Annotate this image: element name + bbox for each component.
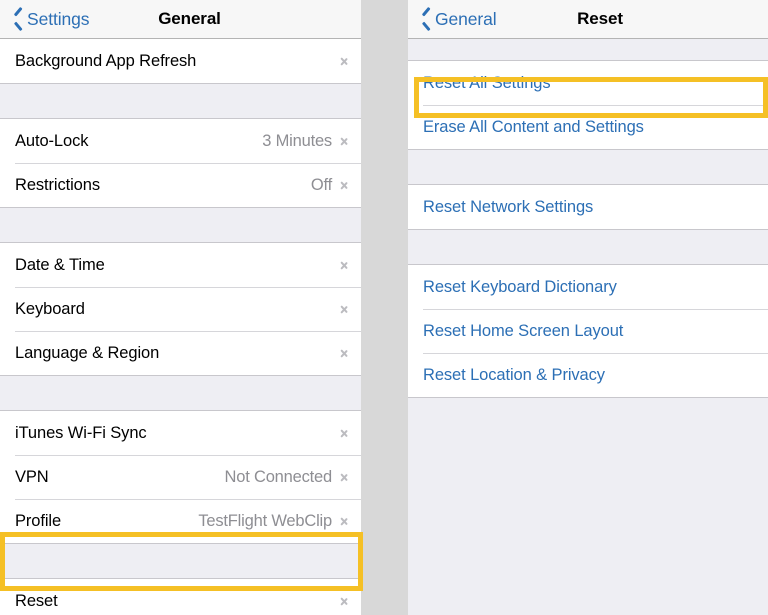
sidebar-item-restrictions[interactable]: Restrictions Off xyxy=(0,163,361,207)
group-separator xyxy=(0,376,361,410)
chevron-right-icon xyxy=(340,594,349,609)
sidebar-item-keyboard[interactable]: Keyboard xyxy=(0,287,361,331)
row-value: Off xyxy=(310,175,332,194)
sidebar-item-date-and-time[interactable]: Date & Time xyxy=(0,243,361,287)
row-label: Restrictions xyxy=(15,175,100,194)
group-separator xyxy=(0,84,361,118)
chevron-right-icon xyxy=(340,302,349,317)
erase-all-content-and-settings-button[interactable]: Erase All Content and Settings xyxy=(408,105,768,149)
reset-group: Reset Network Settings xyxy=(408,184,768,230)
sidebar-item-vpn[interactable]: VPN Not Connected xyxy=(0,455,361,499)
general-list-scroll[interactable]: Background App Refresh Auto-Lock 3 Minut… xyxy=(0,39,361,615)
row-value: 3 Minutes xyxy=(262,131,332,150)
reset-group: Reset All Settings Erase All Content and… xyxy=(408,60,768,150)
row-label: Keyboard xyxy=(15,299,85,318)
row-label: Reset Keyboard Dictionary xyxy=(423,277,617,296)
group-separator xyxy=(0,208,361,242)
sidebar-item-auto-lock[interactable]: Auto-Lock 3 Minutes xyxy=(0,119,361,163)
settings-group: Auto-Lock 3 Minutes Restrictions Off xyxy=(0,118,361,208)
reset-group: Reset Keyboard Dictionary Reset Home Scr… xyxy=(408,264,768,398)
reset-network-settings-button[interactable]: Reset Network Settings xyxy=(408,185,768,229)
row-label: Background App Refresh xyxy=(15,51,197,70)
settings-group: Date & Time Keyboard Language & Region xyxy=(0,242,361,376)
row-label: Date & Time xyxy=(15,255,105,274)
sidebar-item-background-app-refresh[interactable]: Background App Refresh xyxy=(0,39,361,83)
chevron-right-icon xyxy=(340,134,349,149)
reset-keyboard-dictionary-button[interactable]: Reset Keyboard Dictionary xyxy=(408,265,768,309)
row-label: Profile xyxy=(15,511,62,530)
chevron-right-icon xyxy=(340,258,349,273)
right-navbar: General Reset xyxy=(408,0,768,39)
chevron-right-icon xyxy=(340,426,349,441)
row-label: Auto-Lock xyxy=(15,131,89,150)
chevron-right-icon xyxy=(340,470,349,485)
row-label: Reset Home Screen Layout xyxy=(423,321,624,340)
row-value: Not Connected xyxy=(224,467,333,486)
row-label: Reset All Settings xyxy=(423,73,551,92)
reset-settings-panel: General Reset Reset All Settings Erase A… xyxy=(408,0,768,615)
row-label: VPN xyxy=(15,467,49,486)
group-separator xyxy=(408,150,768,184)
general-settings-panel: Settings General Background App Refresh … xyxy=(0,0,361,615)
group-separator xyxy=(408,230,768,264)
reset-home-screen-layout-button[interactable]: Reset Home Screen Layout xyxy=(408,309,768,353)
page-title: General xyxy=(158,9,221,28)
reset-all-settings-button[interactable]: Reset All Settings xyxy=(408,61,768,105)
chevron-right-icon xyxy=(340,54,349,69)
row-value: TestFlight WebClip xyxy=(198,511,332,530)
chevron-right-icon xyxy=(340,178,349,193)
reset-list-scroll[interactable]: Reset All Settings Erase All Content and… xyxy=(408,39,768,615)
left-navbar: Settings General xyxy=(0,0,361,39)
page-title: Reset xyxy=(577,9,623,28)
row-label: Erase All Content and Settings xyxy=(423,117,644,136)
reset-location-and-privacy-button[interactable]: Reset Location & Privacy xyxy=(408,353,768,397)
group-separator xyxy=(0,544,361,578)
row-label: Language & Region xyxy=(15,343,160,362)
settings-group: iTunes Wi-Fi Sync VPN Not Connected Prof… xyxy=(0,410,361,544)
chevron-right-icon xyxy=(340,346,349,361)
sidebar-item-language-and-region[interactable]: Language & Region xyxy=(0,331,361,375)
settings-group: Background App Refresh xyxy=(0,39,361,84)
row-label: Reset Network Settings xyxy=(423,197,594,216)
sidebar-item-itunes-wifi-sync[interactable]: iTunes Wi-Fi Sync xyxy=(0,411,361,455)
settings-group: Reset xyxy=(0,578,361,615)
row-label: iTunes Wi-Fi Sync xyxy=(15,423,147,442)
chevron-right-icon xyxy=(340,514,349,529)
sidebar-item-reset[interactable]: Reset xyxy=(0,579,361,615)
row-label: Reset Location & Privacy xyxy=(423,365,605,384)
sidebar-item-profile[interactable]: Profile TestFlight WebClip xyxy=(0,499,361,543)
group-separator xyxy=(408,39,768,60)
row-label: Reset xyxy=(15,591,58,610)
